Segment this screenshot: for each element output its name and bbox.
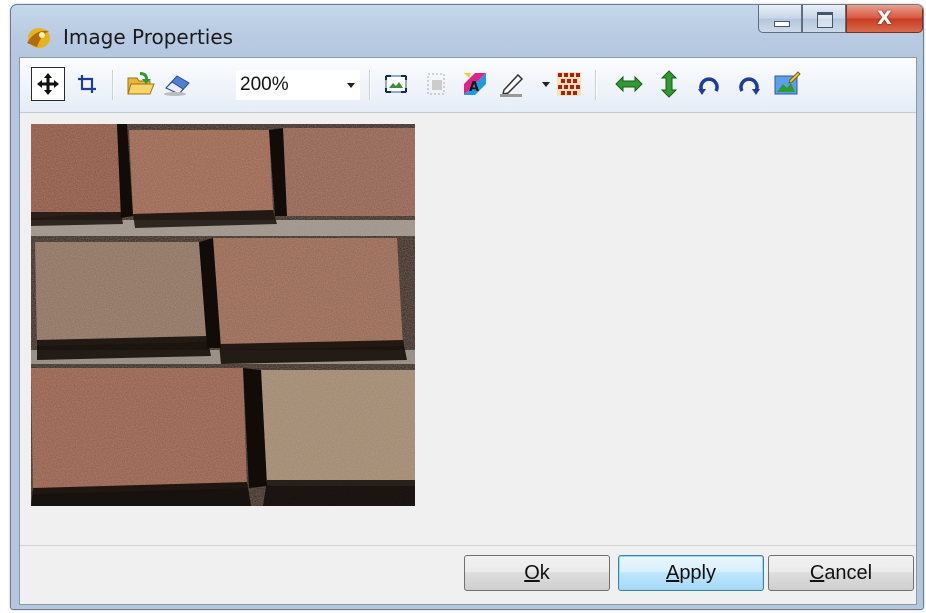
move-tool-button[interactable] [31,67,65,101]
close-button[interactable]: X [846,5,923,33]
pattern-button[interactable] [552,67,586,101]
crop-tool-button[interactable] [70,67,104,101]
dialog-button-row: Ok Apply Cancel [20,546,916,604]
image-properties-window: Image Properties X 200% A O k A pply C a… [10,4,924,610]
ok-label: k [539,561,550,584]
rotate-right-button[interactable] [732,67,766,101]
toolbar-separator [112,70,114,100]
svg-text:A: A [469,80,479,95]
pen-options-caret-icon[interactable] [542,82,550,87]
chevron-down-icon[interactable] [342,70,360,100]
eraser-tool-button[interactable] [160,67,194,101]
fit-image-button[interactable] [379,67,413,101]
apply-button[interactable]: Apply [618,555,764,591]
zoom-value: 200% [240,74,289,95]
cancel-button[interactable]: Cancel [768,555,914,591]
color-adjust-icon: A [464,73,486,95]
minimize-button[interactable] [758,5,802,33]
preview-area [20,113,916,546]
apply-label: pply [679,561,717,584]
flip-vertical-icon [660,70,678,98]
zoom-dropdown[interactable]: 200% [236,70,360,100]
grid-pattern-icon [557,72,581,96]
edit-image-button[interactable] [770,67,804,101]
select-area-icon [427,73,445,95]
cancel-label: ancel [824,561,873,584]
brick-wall-image [31,124,415,506]
edit-image-icon [774,71,801,95]
ok-mnemonic: O [524,561,540,584]
rotate-left-button[interactable] [692,67,726,101]
window-title: Image Properties [63,25,234,49]
toolbar: 200% A [20,58,916,113]
pen-icon [500,73,524,97]
rotate-left-icon [698,77,719,95]
toolbar-separator [369,70,371,100]
maximize-button[interactable] [802,5,846,33]
maximize-icon [817,12,833,28]
fit-image-icon [385,75,407,93]
ok-button[interactable]: Ok [464,555,610,591]
apply-mnemonic: A [665,561,680,584]
dialog-client-area: 200% A O k A pply C ancel [19,57,917,605]
eraser-icon [164,75,190,96]
app-icon [23,23,53,51]
flip-horizontal-icon [615,75,643,93]
select-area-button[interactable] [419,67,453,101]
flip-vertical-button[interactable] [652,67,686,101]
color-adjust-button[interactable]: A [458,67,492,101]
toolbar-separator [595,70,597,100]
title-bar[interactable]: Image Properties X [11,5,923,57]
move-icon [37,73,59,95]
flip-horizontal-button[interactable] [612,67,646,101]
minimize-icon [774,21,790,27]
open-image-button[interactable] [124,67,158,101]
crop-icon [78,75,96,93]
open-folder-icon [127,72,155,95]
rotate-right-icon [739,77,760,95]
draw-tool-button[interactable] [496,67,530,101]
close-icon: X [877,7,892,29]
cancel-mnemonic: C [809,561,825,584]
